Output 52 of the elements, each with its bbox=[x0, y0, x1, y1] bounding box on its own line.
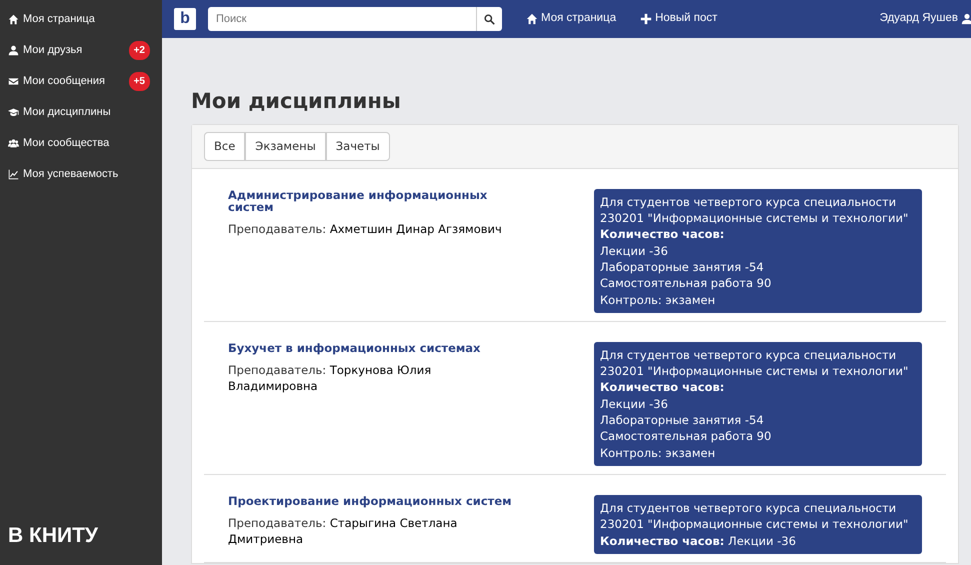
teacher-text: Преподаватель: Торкунова Юлия Владимировна bbox=[228, 362, 432, 394]
user-icon bbox=[961, 13, 971, 25]
line-chart-icon bbox=[8, 169, 19, 180]
filter-tab[interactable]: Все bbox=[204, 132, 246, 161]
discipline-title-link[interactable]: Бухучет в информационных системах bbox=[228, 342, 518, 354]
home-icon bbox=[8, 14, 19, 25]
info-line: Лекции -36 bbox=[600, 242, 669, 259]
info-line: Количество часов: bbox=[600, 226, 726, 243]
nav-link[interactable]: Новый пост bbox=[640, 10, 718, 28]
count-badge: +5 bbox=[128, 72, 150, 91]
info-line: Количество часов: bbox=[600, 379, 726, 396]
info-line: Для студентов четвертого курса специальности bbox=[600, 194, 898, 210]
teacher-text: Преподаватель: Ахметшин Динар Агзямович bbox=[228, 220, 503, 237]
sidebar-item[interactable]: Мои друзья +2 bbox=[0, 35, 162, 66]
plus-icon bbox=[640, 13, 652, 25]
info-line: Количество часов: Лекции -36 bbox=[600, 532, 797, 549]
info-line: Для студентов четвертого курса специальности bbox=[600, 500, 898, 516]
info-line: Контроль: экзамен bbox=[600, 444, 716, 461]
sidebar-item[interactable]: Мои сообщества bbox=[0, 128, 162, 159]
home-icon bbox=[526, 13, 538, 25]
info-line: 230201 "Информационные системы и технологии" bbox=[600, 516, 910, 532]
info-line: 230201 "Информационные системы и технологии" bbox=[600, 210, 910, 226]
discipline-title-link[interactable]: Администрирование информационных систем bbox=[228, 188, 518, 213]
user-menu[interactable]: Эдуард Яушев bbox=[880, 10, 971, 28]
discipline-title-link[interactable]: Проектирование информационных систем bbox=[228, 494, 518, 507]
info-line: Самостоятельная работа 90 bbox=[600, 428, 772, 445]
logo[interactable]: b bbox=[174, 8, 196, 30]
search-icon bbox=[484, 14, 495, 24]
info-line: Самостоятельная работа 90 bbox=[600, 275, 772, 292]
search-button[interactable] bbox=[476, 7, 502, 31]
envelope-icon bbox=[8, 76, 19, 87]
sidebar-item[interactable]: Мои сообщения +5 bbox=[0, 66, 162, 97]
info-line: Лабораторные занятия -54 bbox=[600, 412, 765, 428]
info-line: 230201 "Информационные системы и технологии" bbox=[600, 363, 910, 380]
filter-tab[interactable]: Зачеты bbox=[326, 132, 390, 161]
filter-tab[interactable]: Экзамены bbox=[245, 132, 326, 161]
sidebar-footer-title: В КНИТУ bbox=[7, 522, 99, 548]
teacher-text: Преподаватель: Старыгина Светлана Дмитриевна bbox=[228, 514, 458, 548]
sidebar-item[interactable]: Мои дисциплины bbox=[0, 97, 162, 128]
info-line: Лабораторные занятия -54 bbox=[600, 258, 765, 276]
info-line: Для студентов четвертого курса специальности bbox=[600, 346, 898, 364]
group-icon bbox=[8, 138, 19, 149]
count-badge: +2 bbox=[128, 41, 150, 60]
nav-link[interactable]: Моя страница bbox=[526, 10, 616, 28]
sidebar-item[interactable]: Моя страница bbox=[0, 4, 162, 35]
search-field[interactable]: Поиск bbox=[208, 7, 476, 31]
page-title: Мои дисциплины bbox=[191, 88, 402, 115]
info-line: Лекции -36 bbox=[600, 396, 669, 412]
info-line: Контроль: экзамен bbox=[600, 292, 716, 308]
user-icon bbox=[8, 45, 19, 56]
sidebar-item[interactable]: Моя успеваемость bbox=[0, 159, 162, 190]
graduation-cap-icon bbox=[8, 107, 19, 118]
